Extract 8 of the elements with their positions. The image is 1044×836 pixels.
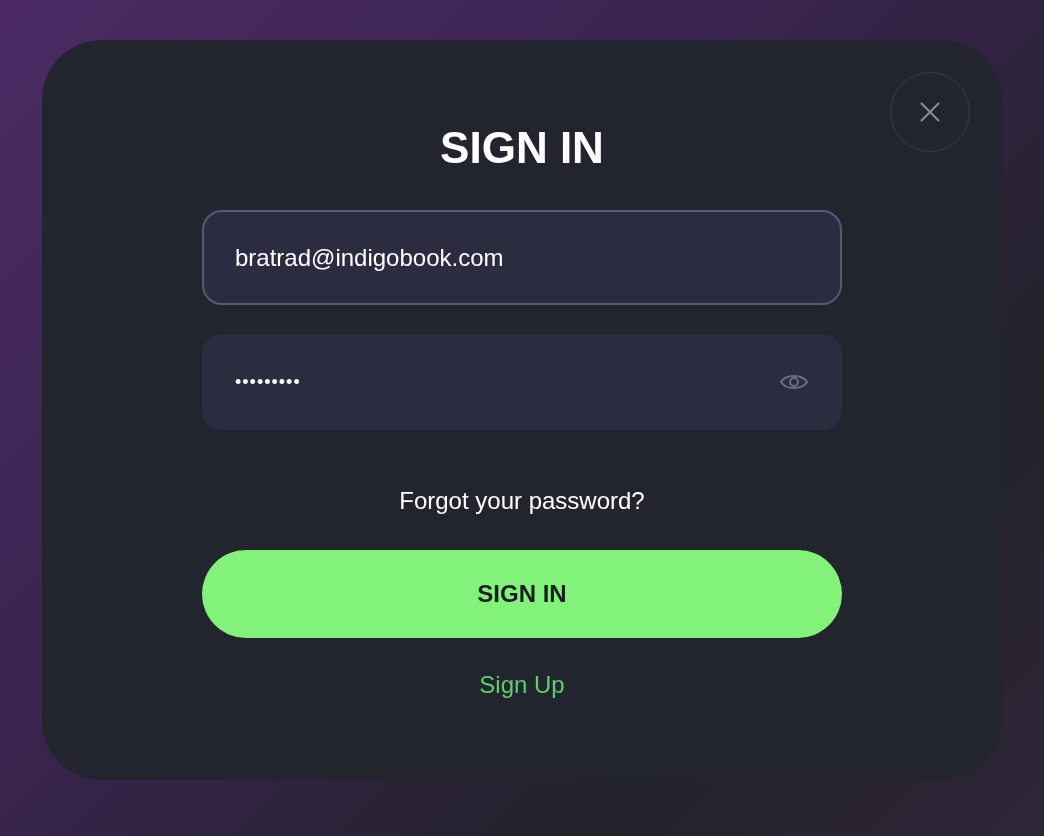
eye-icon[interactable] [779,372,809,392]
close-icon [919,101,941,123]
sign-up-link[interactable]: Sign Up [479,670,565,700]
password-field[interactable]: ••••••••• [202,334,842,430]
sign-in-button[interactable]: SIGN IN [202,550,842,638]
email-field[interactable]: bratrad@indigobook.com [202,210,842,305]
forgot-password-link[interactable]: Forgot your password? [399,486,645,516]
dialog-title: SIGN IN [440,124,604,172]
